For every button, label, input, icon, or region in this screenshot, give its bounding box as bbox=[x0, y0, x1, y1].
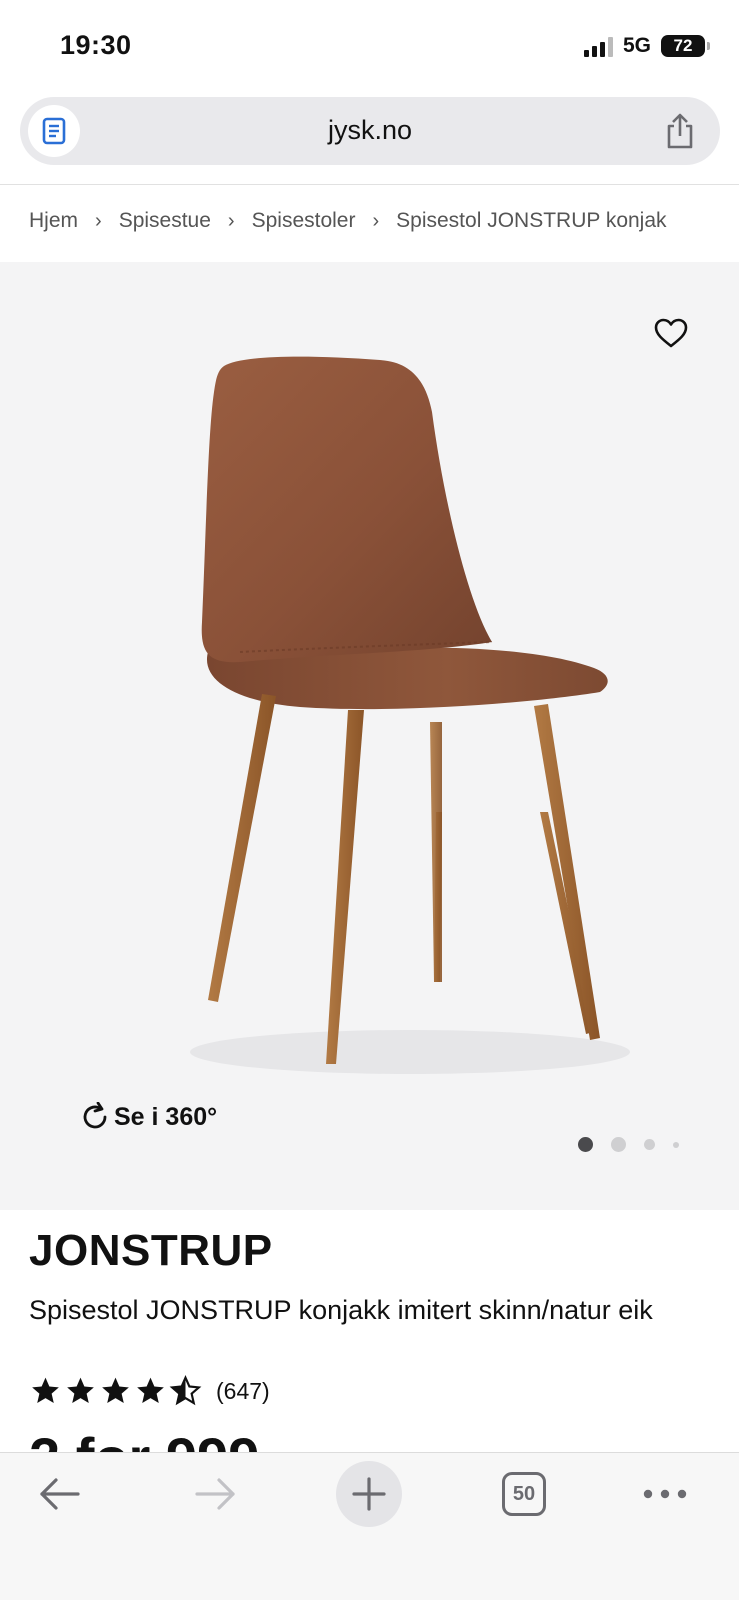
view-360-button[interactable]: Se i 360° bbox=[80, 1102, 217, 1132]
status-indicators: 5G 72 bbox=[583, 34, 710, 58]
breadcrumb-current: Spisestol JONSTRUP konjak bbox=[396, 209, 667, 232]
chevron-right-icon: › bbox=[227, 209, 235, 232]
browser-toolbar: 50 bbox=[0, 1452, 739, 1600]
product-price: 2 for 999 bbox=[29, 1428, 259, 1453]
chevron-right-icon: › bbox=[95, 209, 102, 232]
tabs-button[interactable]: 50 bbox=[491, 1461, 557, 1527]
favorite-button[interactable] bbox=[651, 313, 691, 353]
more-button[interactable] bbox=[632, 1461, 698, 1527]
product-description: Spisestol JONSTRUP konjakk imitert skinn… bbox=[29, 1295, 653, 1325]
signal-icon bbox=[583, 35, 613, 57]
forward-button[interactable] bbox=[182, 1461, 248, 1527]
breadcrumb-dining-room[interactable]: Spisestue bbox=[119, 209, 211, 233]
product-image bbox=[190, 356, 630, 1074]
star-icon bbox=[67, 1377, 94, 1403]
rating-count: (647) bbox=[216, 1377, 270, 1404]
breadcrumb: Hjem › Spisestue › Spisestoler › Spisest… bbox=[29, 205, 709, 237]
gallery-dot[interactable] bbox=[611, 1137, 626, 1152]
product-rating[interactable]: (647) bbox=[29, 1375, 270, 1407]
header-divider bbox=[0, 184, 739, 185]
half-star-icon bbox=[169, 1375, 202, 1406]
tabs-count: 50 bbox=[502, 1472, 546, 1516]
battery-level: 72 bbox=[673, 36, 693, 55]
arrow-right-icon bbox=[195, 1478, 235, 1510]
breadcrumb-dining-chairs[interactable]: Spisestoler bbox=[252, 209, 356, 233]
share-button[interactable] bbox=[658, 109, 702, 153]
address-bar[interactable]: jysk.no bbox=[20, 97, 720, 165]
star-icon bbox=[137, 1377, 164, 1403]
more-icon bbox=[643, 1489, 687, 1499]
status-time: 19:30 bbox=[60, 30, 132, 60]
chevron-right-icon: › bbox=[372, 209, 380, 232]
star-icon bbox=[32, 1377, 59, 1403]
view-360-label: Se i 360° bbox=[114, 1102, 218, 1131]
gallery-dot[interactable] bbox=[644, 1139, 655, 1150]
plus-icon bbox=[352, 1477, 386, 1511]
breadcrumb-home[interactable]: Hjem bbox=[29, 209, 78, 233]
gallery-pagination bbox=[578, 1137, 679, 1152]
status-bar: 19:30 5G 72 bbox=[0, 0, 739, 92]
back-button[interactable] bbox=[27, 1461, 93, 1527]
network-label: 5G bbox=[622, 34, 651, 57]
heart-icon bbox=[654, 318, 688, 348]
gallery-dot[interactable] bbox=[673, 1141, 679, 1148]
star-icon bbox=[102, 1377, 129, 1403]
gallery-dot-active[interactable] bbox=[578, 1137, 593, 1152]
arrow-left-icon bbox=[40, 1478, 80, 1510]
rotate-icon bbox=[83, 1102, 107, 1129]
url-text[interactable]: jysk.no bbox=[20, 115, 720, 146]
battery-icon: 72 bbox=[661, 35, 710, 57]
product-gallery[interactable]: Se i 360° bbox=[0, 262, 739, 1210]
new-tab-button[interactable] bbox=[336, 1461, 402, 1527]
product-brand: JONSTRUP bbox=[29, 1226, 273, 1275]
share-icon bbox=[667, 113, 693, 149]
